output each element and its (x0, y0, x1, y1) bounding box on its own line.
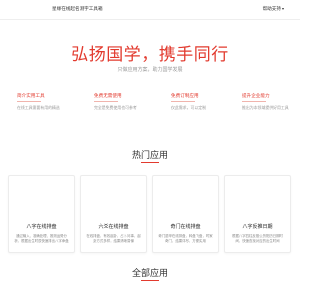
feature-divider (17, 101, 41, 102)
app-card-description: 奇门遁甲在线排盘，转盘飞盘，时家奇门，结果详尽，方便实用 (158, 234, 213, 244)
feature-divider (94, 101, 118, 102)
hot-apps-grid: 八字在线排盘 通过输入、准确处理、推测运势分析，根据出生时辰快速排出八字命盘 六… (8, 175, 292, 253)
feature-description: 推出为本领域提供好用工具 (242, 105, 289, 110)
feature-description: 在线工具需要有用的精选 (17, 105, 60, 110)
app-card-title: 八字在线排盘 (26, 224, 57, 230)
feature-title: 提升企业能力 (242, 94, 270, 99)
feature-title: 简介实用工具 (17, 94, 45, 99)
app-card-qimen-chart[interactable]: 奇门在线排盘 奇门遁甲在线排盘，转盘飞盘，时家奇门，结果详尽，方便实用 (152, 175, 219, 253)
all-apps-heading: 全部应用 (131, 269, 168, 279)
app-card-description: 在线排盘，有效起卦，占卜问事，起卦方式多样，结果清晰易懂 (86, 234, 141, 244)
app-card-title: 奇门在线排盘 (170, 224, 201, 230)
app-card-description: 根据八字四柱反推公历阳历日期时间，快速查找对应的出生时间 (232, 234, 283, 244)
heading-underline (141, 162, 159, 163)
hero-title: 弘扬国学，携手同行 (71, 45, 229, 65)
hot-apps-heading: 热门应用 (131, 151, 168, 161)
feature-divider (171, 101, 195, 102)
feature-item: 免费无需使用 完全是免费使用也可参考 (94, 93, 154, 111)
feature-item: 提升企业能力 推出为本领域提供好用工具 (242, 93, 302, 111)
top-navigation-bar: 星缘在线起名测字工具箱 帮助支持▾ (0, 0, 300, 20)
hero-subtitle: 只做应用方案，助力国学发展 (117, 67, 183, 73)
app-card-bazi-chart[interactable]: 八字在线排盘 通过输入、准确处理、推测运势分析，根据出生时辰快速排出八字命盘 (8, 175, 75, 253)
feature-title: 免费订制应用 (171, 94, 199, 99)
site-brand[interactable]: 星缘在线起名测字工具箱 (52, 6, 103, 12)
app-card-bazi-reverse[interactable]: 八字反推日期 根据八字四柱反推公历阳历日期时间，快速查找对应的出生时间 (224, 175, 291, 253)
feature-item: 简介实用工具 在线工具需要有用的精选 (17, 93, 77, 111)
feature-list: 简介实用工具 在线工具需要有用的精选 免费无需使用 完全是免费使用也可参考 免费… (16, 93, 289, 123)
app-card-liuyao-chart[interactable]: 六爻在线排盘 在线排盘，有效起卦，占卜问事，起卦方式多样，结果清晰易懂 (80, 175, 147, 253)
heading-underline (141, 280, 159, 281)
app-card-title: 八字反推日期 (242, 224, 273, 230)
chevron-down-icon: ▾ (281, 6, 284, 11)
help-support-link[interactable]: 帮助支持▾ (263, 6, 284, 12)
feature-description: 仅此需求，可以定制 (171, 105, 207, 110)
app-card-title: 六爻在线排盘 (98, 224, 129, 230)
feature-title: 免费无需使用 (94, 94, 122, 99)
help-support-label: 帮助支持 (262, 7, 281, 12)
feature-item: 免费订制应用 仅此需求，可以定制 (171, 93, 231, 111)
app-card-description: 通过输入、准确处理、推测运势分析，根据出生时辰快速排出八字命盘 (14, 234, 69, 244)
feature-divider (242, 101, 266, 102)
feature-description: 完全是免费使用也可参考 (94, 105, 137, 110)
